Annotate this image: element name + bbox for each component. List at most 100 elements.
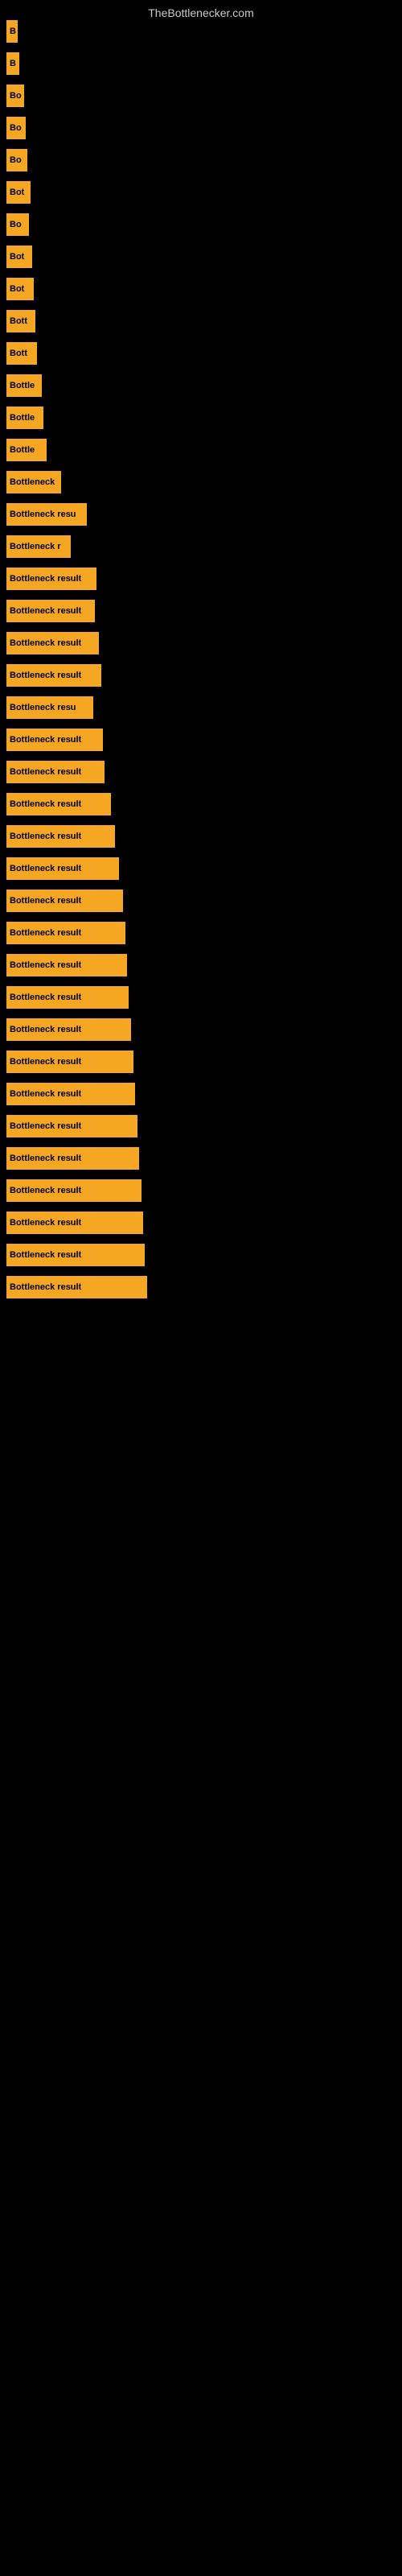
bar-label: Bottleneck result [10,574,81,584]
bar-label: Bo [10,91,22,101]
bar-row: Bottleneck [6,467,402,497]
bar-label: Bot [10,252,24,262]
bar-label: Bot [10,284,24,294]
bar-row: Bottleneck result [6,789,402,819]
bar-label: Bottleneck r [10,542,61,551]
bar-row: Bott [6,306,402,336]
bar-row: Bottleneck r [6,531,402,562]
bar-row: Bottleneck result [6,1014,402,1045]
bar: B [6,20,18,43]
bar-row: Bottleneck resu [6,499,402,530]
bar: Bottleneck result [6,1276,147,1298]
bar-row: Bott [6,338,402,369]
bar-row: Bo [6,209,402,240]
bar-label: Bottleneck result [10,1121,81,1131]
bar-row: Bottleneck result [6,1079,402,1109]
bar-row: Bottleneck result [6,1272,402,1302]
bar-row: B [6,48,402,79]
bar-label: B [10,27,16,36]
bar-row: Bottle [6,402,402,433]
bar: Bottleneck resu [6,503,87,526]
bar-row: Bottleneck result [6,982,402,1013]
bar-label: Bottleneck resu [10,703,76,712]
bar-label: Bottleneck result [10,832,81,841]
bar: Bottleneck result [6,1018,131,1041]
bar-row: B [6,16,402,47]
bar: Bo [6,213,29,236]
bar: Bottleneck [6,471,61,493]
bar-label: B [10,59,16,68]
bars-container: B B Bo Bo Bo Bot Bo Bot Bot Bott Bott Bottle Bottle B… [0,16,402,1304]
bar-label: Bottle [10,381,35,390]
bar-row: Bottleneck result [6,660,402,691]
bar: Bott [6,342,37,365]
bar: Bott [6,310,35,332]
bar: Bottleneck r [6,535,71,558]
bar: Bottleneck result [6,954,127,976]
bar: Bottleneck result [6,1212,143,1234]
bar-row: Bottleneck result [6,918,402,948]
bar-row: Bot [6,274,402,304]
bar-row: Bottle [6,370,402,401]
bar-label: Bottle [10,445,35,455]
bar-label: Bottleneck result [10,799,81,809]
bar: Bo [6,117,26,139]
bar-label: Bottleneck result [10,671,81,680]
bar-label: Bottleneck result [10,896,81,906]
bar-label: Bottleneck result [10,1186,81,1195]
bar: Bottleneck result [6,729,103,751]
bar: Bottleneck result [6,632,99,654]
bar-row: Bottleneck result [6,1143,402,1174]
bar-row: Bo [6,113,402,143]
bar-row: Bottleneck resu [6,692,402,723]
bar-row: Bottleneck result [6,757,402,787]
bar: Bot [6,246,32,268]
bar-label: Bottleneck result [10,606,81,616]
bar-label: Bottleneck result [10,1057,81,1067]
bar-label: Bottleneck resu [10,510,76,519]
bar-label: Bottleneck [10,477,55,487]
bar: Bottleneck result [6,568,96,590]
bar: Bo [6,149,27,171]
bar-label: Bottleneck result [10,1282,81,1292]
bar: Bo [6,85,24,107]
bar: Bottleneck result [6,761,105,783]
bar: Bottleneck result [6,1083,135,1105]
bar-row: Bottleneck result [6,1240,402,1270]
bar-label: Bottleneck result [10,928,81,938]
bar-row: Bottleneck result [6,628,402,658]
bar: Bottleneck result [6,922,125,944]
bar: Bottleneck result [6,986,129,1009]
bar-row: Bottleneck result [6,821,402,852]
bar-label: Bottleneck result [10,638,81,648]
bar-label: Bottleneck result [10,767,81,777]
bar-row: Bo [6,145,402,175]
bar: B [6,52,19,75]
bar-label: Bottleneck result [10,993,81,1002]
bar-row: Bottleneck result [6,1046,402,1077]
bar-label: Bo [10,155,22,165]
bar: Bottleneck result [6,600,95,622]
bar-label: Bottle [10,413,35,423]
bar-label: Bottleneck result [10,864,81,873]
bar: Bottle [6,439,47,461]
bar-label: Bo [10,220,22,229]
bar-row: Bottleneck result [6,1208,402,1238]
bar-row: Bot [6,177,402,208]
bar-row: Bottleneck result [6,596,402,626]
bar-label: Bott [10,316,27,326]
bar-row: Bottleneck result [6,886,402,916]
bar: Bottleneck result [6,1115,137,1137]
bar-label: Bottleneck result [10,1218,81,1228]
bar-row: Bottleneck result [6,564,402,594]
bar: Bottleneck result [6,825,115,848]
bar-row: Bottleneck result [6,1111,402,1141]
bar: Bottleneck result [6,1179,142,1202]
bar-row: Bo [6,80,402,111]
bar: Bot [6,278,34,300]
bar-label: Bot [10,188,24,197]
bar: Bottle [6,374,42,397]
bar-label: Bottleneck result [10,1250,81,1260]
bar-label: Bottleneck result [10,1025,81,1034]
bar-row: Bottleneck result [6,724,402,755]
